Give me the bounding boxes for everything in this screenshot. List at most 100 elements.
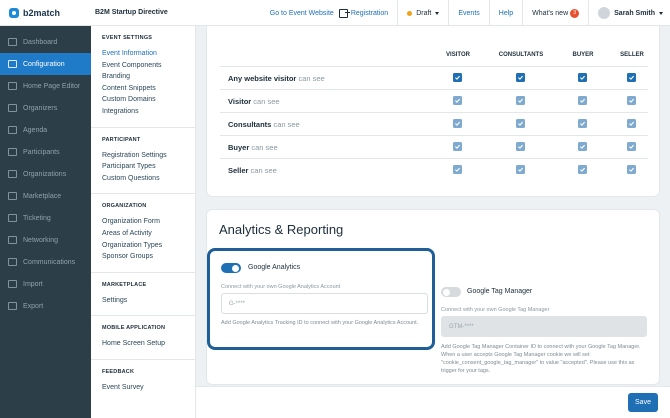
check-icon xyxy=(518,121,524,126)
sidebar-item-label: Networking xyxy=(23,236,59,244)
subnav-link-branding[interactable]: Branding xyxy=(102,71,195,83)
seller-checkbox[interactable] xyxy=(627,142,636,151)
visitor-checkbox[interactable] xyxy=(453,73,462,82)
sidebar-item-label: Agenda xyxy=(23,126,48,134)
sidebar-item-label: Export xyxy=(23,302,44,310)
check-icon xyxy=(580,75,586,80)
user-menu[interactable]: Sarah Smith xyxy=(598,7,670,19)
buyer-checkbox[interactable] xyxy=(578,96,587,105)
subnav-link-participant-types[interactable]: Participant Types xyxy=(102,161,195,173)
buyer-checkbox[interactable] xyxy=(578,73,587,82)
sidebar-item-label: Marketplace xyxy=(23,192,62,200)
organizers-icon xyxy=(8,104,17,112)
sidebar-item-organizers[interactable]: Organizers xyxy=(0,97,91,119)
subnav-link-areas-of-activity[interactable]: Areas of Activity xyxy=(102,228,195,240)
subnav-link-marketplace-settings[interactable]: Settings xyxy=(102,295,195,307)
subnav-heading: ORGANIZATION xyxy=(102,203,147,210)
sidebar-item-configuration[interactable]: Configuration xyxy=(0,53,91,75)
sidebar-item-agenda[interactable]: Agenda xyxy=(0,119,91,141)
save-bar: Save xyxy=(196,386,670,418)
google-analytics-id-input[interactable]: G-**** xyxy=(221,293,428,314)
sidebar-item-marketplace[interactable]: Marketplace xyxy=(0,185,91,207)
sidebar-item-import[interactable]: Import xyxy=(0,273,91,295)
input-placeholder: G-**** xyxy=(229,300,246,307)
help-link[interactable]: Help xyxy=(499,10,513,17)
events-link[interactable]: Events xyxy=(458,10,479,17)
divider xyxy=(448,0,450,26)
save-button[interactable]: Save xyxy=(628,393,658,412)
sidebar-item-participants[interactable]: Participants xyxy=(0,141,91,163)
sidebar-item-home-page-editor[interactable]: Home Page Editor xyxy=(0,75,91,97)
subnav-link-event-components[interactable]: Event Components xyxy=(102,60,195,72)
subnav-link-content-snippets[interactable]: Content Snippets xyxy=(102,83,195,95)
avatar xyxy=(598,7,611,19)
subnav-group-event-settings: EVENT SETTINGS Event Information Event C… xyxy=(91,26,195,118)
settings-subnav: EVENT SETTINGS Event Information Event C… xyxy=(91,26,196,418)
sidebar-item-label: Home Page Editor xyxy=(23,82,81,90)
permission-row: Seller can see xyxy=(220,158,648,181)
subnav-link-custom-questions[interactable]: Custom Questions xyxy=(102,173,195,185)
visitor-checkbox[interactable] xyxy=(453,165,462,174)
subnav-link-home-screen-setup[interactable]: Home Screen Setup xyxy=(102,338,195,350)
check-icon xyxy=(629,121,635,126)
go-to-event-link[interactable]: Go to Event Website xyxy=(270,10,334,17)
google-tag-manager-toggle[interactable] xyxy=(441,287,461,297)
google-analytics-toggle[interactable] xyxy=(221,263,241,273)
google-tag-manager-id-input[interactable]: GTM-**** xyxy=(441,316,647,337)
subnav-link-event-information[interactable]: Event Information xyxy=(102,48,195,60)
sidebar-item-communications[interactable]: Communications xyxy=(0,251,91,273)
seller-checkbox[interactable] xyxy=(627,165,636,174)
visitor-checkbox[interactable] xyxy=(453,142,462,151)
logo-text: b2match xyxy=(23,7,61,18)
seller-checkbox[interactable] xyxy=(627,73,636,82)
subnav-link-integrations[interactable]: Integrations xyxy=(102,106,195,118)
column-header-consultants: CONSULTANTS xyxy=(498,52,544,58)
subnav-link-event-survey[interactable]: Event Survey xyxy=(102,382,195,394)
main-content: VISITOR CONSULTANTS BUYER SELLER Any web… xyxy=(196,26,670,418)
sidebar-item-organizations[interactable]: Organizations xyxy=(0,163,91,185)
check-icon xyxy=(455,75,461,80)
check-icon xyxy=(455,121,461,126)
status-dropdown[interactable]: Draft xyxy=(407,10,440,17)
consultants-checkbox[interactable] xyxy=(516,119,525,128)
participants-icon xyxy=(8,148,17,156)
consultants-checkbox[interactable] xyxy=(516,165,525,174)
subnav-link-registration-settings[interactable]: Registration Settings xyxy=(102,150,195,162)
check-icon xyxy=(580,167,586,172)
registration-link[interactable]: Registration xyxy=(338,8,388,18)
logo[interactable]: b2match xyxy=(0,0,91,26)
status-dot-icon xyxy=(407,10,413,16)
google-analytics-panel: Google Analytics Connect with your own G… xyxy=(207,248,435,350)
sidebar-item-networking[interactable]: Networking xyxy=(0,229,91,251)
buyer-checkbox[interactable] xyxy=(578,142,587,151)
chevron-down-icon xyxy=(659,11,663,15)
seller-checkbox[interactable] xyxy=(627,96,636,105)
subnav-link-organization-form[interactable]: Organization Form xyxy=(102,216,195,228)
buyer-checkbox[interactable] xyxy=(578,165,587,174)
sidebar-item-label: Configuration xyxy=(23,60,65,68)
visitor-checkbox[interactable] xyxy=(453,119,462,128)
seller-checkbox[interactable] xyxy=(627,119,636,128)
buyer-checkbox[interactable] xyxy=(578,119,587,128)
consultants-checkbox[interactable] xyxy=(516,96,525,105)
sidebar-item-export[interactable]: Export xyxy=(0,295,91,317)
check-icon xyxy=(518,75,524,80)
subnav-heading: PARTICIPANT xyxy=(102,136,141,143)
user-name: Sarah Smith xyxy=(614,9,655,17)
subnav-group-feedback: FEEDBACK Event Survey xyxy=(91,360,195,394)
row-label: Consultants can see xyxy=(228,120,300,129)
sidebar-item-ticketing[interactable]: Ticketing xyxy=(0,207,91,229)
consultants-checkbox[interactable] xyxy=(516,142,525,151)
row-label: Seller can see xyxy=(228,166,277,175)
sidebar-item-dashboard[interactable]: Dashboard xyxy=(0,31,91,53)
subnav-link-sponsor-groups[interactable]: Sponsor Groups xyxy=(102,251,195,263)
whats-new-button[interactable]: What's new 3 xyxy=(532,8,580,18)
subnav-link-custom-domains[interactable]: Custom Domains xyxy=(102,94,195,106)
check-icon xyxy=(580,98,586,103)
subnav-group-mobile-application: MOBILE APPLICATION Home Screen Setup xyxy=(91,316,195,350)
organizations-icon xyxy=(8,170,17,178)
consultants-checkbox[interactable] xyxy=(516,73,525,82)
visitor-checkbox[interactable] xyxy=(453,96,462,105)
sidebar-item-label: Dashboard xyxy=(23,38,58,46)
subnav-link-organization-types[interactable]: Organization Types xyxy=(102,240,195,252)
